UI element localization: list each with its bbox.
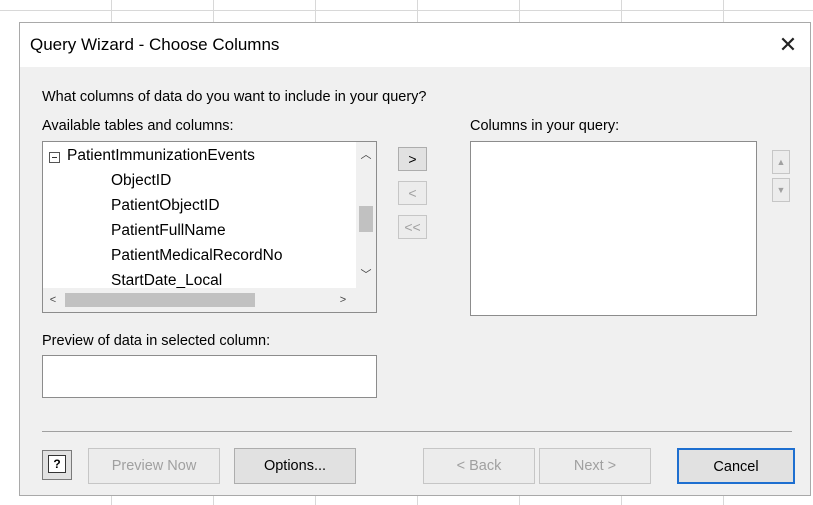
vertical-scrollbar[interactable]: ︿ ﹀ (356, 142, 376, 288)
preview-box (42, 355, 377, 398)
remove-all-columns-button[interactable]: << (398, 215, 427, 239)
scroll-up-icon[interactable]: ︿ (356, 146, 376, 164)
table-item[interactable]: PatientImmunizationEvents (67, 147, 255, 165)
columns-in-query-list[interactable] (470, 141, 757, 316)
column-item[interactable]: PatientFullName (111, 222, 226, 240)
scroll-right-icon[interactable]: > (333, 291, 353, 309)
remove-column-button[interactable]: < (398, 181, 427, 205)
separator (42, 431, 792, 432)
available-tables-list[interactable]: PatientImmunizationEvents ObjectID Patie… (42, 141, 377, 313)
add-column-button[interactable]: > (398, 147, 427, 171)
column-item[interactable]: PatientMedicalRecordNo (111, 247, 282, 265)
available-tables-label: Available tables and columns: (42, 118, 234, 134)
preview-label: Preview of data in selected column: (42, 333, 271, 349)
columns-in-query-label: Columns in your query: (470, 118, 620, 134)
help-icon: ? (48, 455, 66, 473)
back-button[interactable]: < Back (423, 448, 535, 484)
scroll-down-icon[interactable]: ﹀ (356, 266, 376, 284)
scroll-left-icon[interactable]: < (43, 291, 63, 309)
preview-now-button[interactable]: Preview Now (88, 448, 220, 484)
dialog-title: Query Wizard - Choose Columns (30, 35, 280, 54)
scroll-thumb[interactable] (65, 293, 255, 307)
column-item[interactable]: ObjectID (111, 172, 171, 190)
scroll-thumb[interactable] (359, 206, 373, 232)
query-wizard-dialog: Query Wizard - Choose Columns ✕ What col… (19, 22, 811, 496)
move-up-icon[interactable]: ▲ (772, 150, 790, 174)
column-item[interactable]: PatientObjectID (111, 197, 220, 215)
question-text: What columns of data do you want to incl… (42, 89, 427, 105)
collapse-icon[interactable] (49, 152, 60, 163)
next-button[interactable]: Next > (539, 448, 651, 484)
horizontal-scrollbar[interactable]: < > (43, 288, 376, 312)
help-button[interactable]: ? (42, 450, 72, 480)
close-icon[interactable]: ✕ (774, 31, 802, 59)
options-button[interactable]: Options... (234, 448, 356, 484)
move-down-icon[interactable]: ▼ (772, 178, 790, 202)
cancel-button[interactable]: Cancel (677, 448, 795, 484)
title-bar: Query Wizard - Choose Columns ✕ (20, 23, 810, 67)
